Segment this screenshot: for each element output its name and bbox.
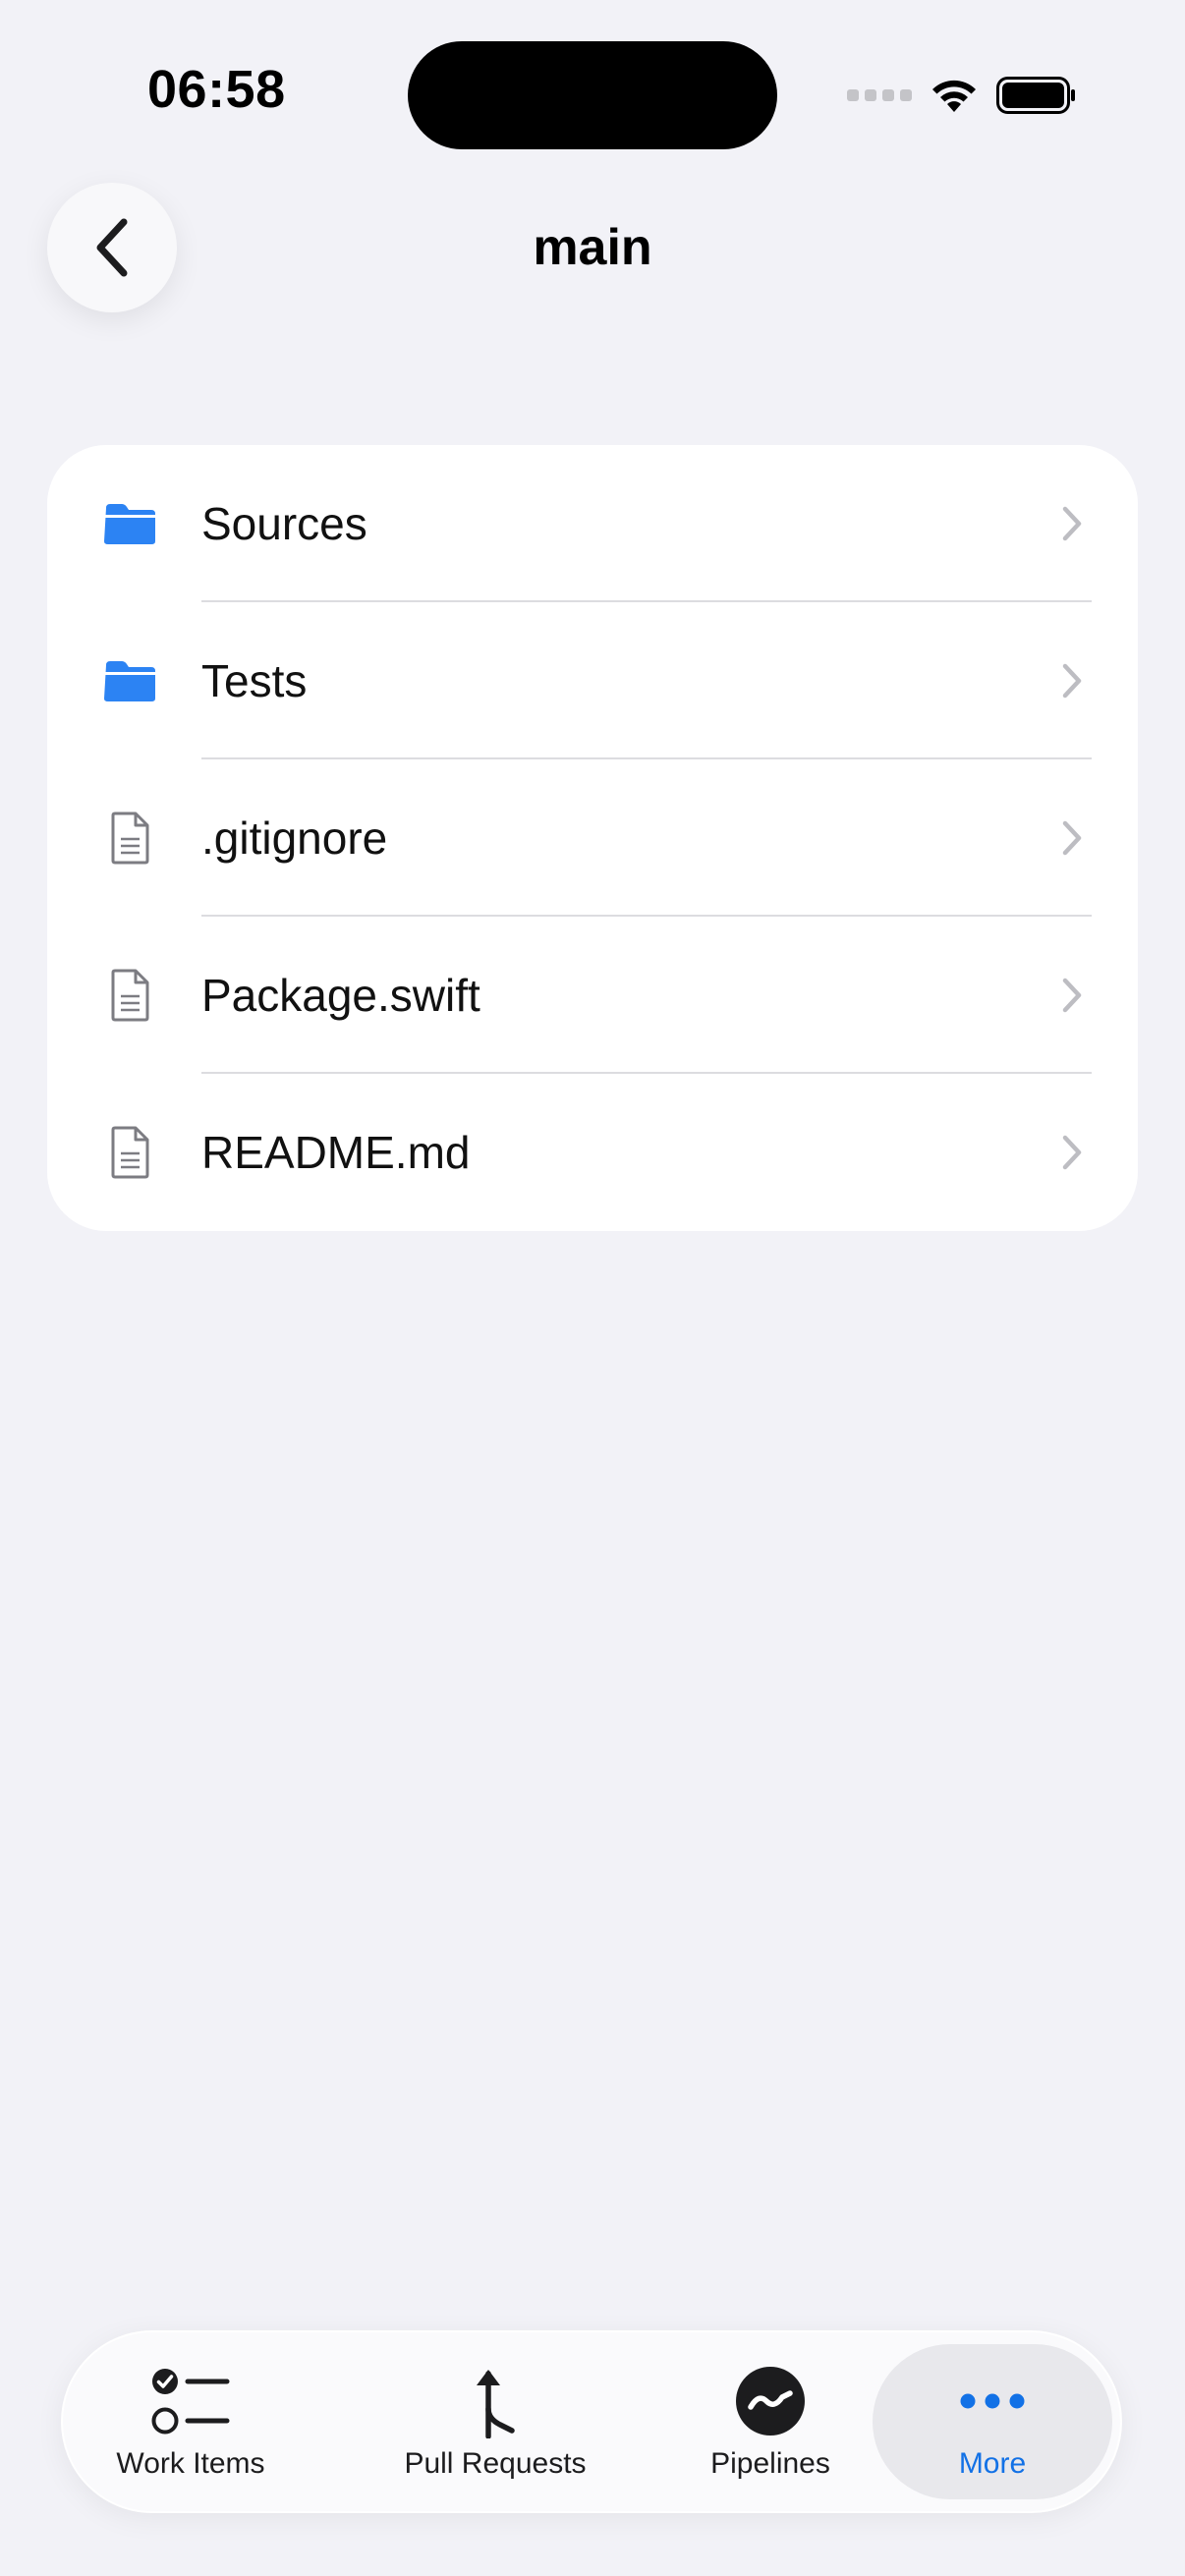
merge-icon [471, 2363, 520, 2439]
file-name: README.md [201, 1127, 471, 1178]
document-icon [100, 1123, 159, 1182]
tab-pipelines[interactable]: Pipelines [692, 2332, 849, 2511]
list-item-tests[interactable]: Tests [47, 602, 1138, 759]
file-name: Package.swift [201, 970, 480, 1021]
tab-pull-requests[interactable]: Pull Requests [387, 2332, 603, 2511]
file-name: Sources [201, 498, 367, 549]
list-item-gitignore[interactable]: .gitignore [47, 759, 1138, 917]
tab-work-items[interactable]: Work Items [102, 2332, 279, 2511]
tab-label: Pipelines [710, 2447, 830, 2480]
folder-icon [100, 494, 159, 553]
tab-label: More [958, 2447, 1027, 2480]
chevron-right-icon [1062, 1135, 1082, 1170]
folder-icon [100, 651, 159, 710]
tab-more[interactable]: More [873, 2344, 1112, 2499]
status-indicators [847, 71, 1077, 120]
chevron-right-icon [1062, 978, 1082, 1013]
tab-bar: Work Items Pull Requests Pipelines More [61, 2330, 1122, 2513]
document-icon [100, 966, 159, 1025]
checklist-icon [150, 2363, 231, 2439]
tab-label: Work Items [116, 2447, 265, 2480]
battery-icon [996, 77, 1075, 114]
file-name: Tests [201, 655, 308, 706]
list-item-readme[interactable]: README.md [47, 1074, 1138, 1231]
status-time: 06:58 [147, 60, 286, 119]
page-title: main [533, 219, 652, 276]
more-icon [959, 2363, 1026, 2439]
cellular-signal-icon [847, 89, 912, 101]
chevron-right-icon [1062, 506, 1082, 541]
list-item-package-swift[interactable]: Package.swift [47, 917, 1138, 1074]
document-icon [100, 809, 159, 868]
chevron-right-icon [1062, 820, 1082, 856]
file-list: Sources Tests .gitignore Package.swift R… [47, 445, 1138, 1231]
file-name: .gitignore [201, 812, 388, 864]
dynamic-island [408, 41, 777, 149]
chevron-right-icon [1062, 663, 1082, 699]
pipeline-icon [735, 2363, 806, 2439]
tab-label: Pull Requests [404, 2447, 587, 2480]
wifi-icon [932, 80, 976, 112]
list-item-sources[interactable]: Sources [47, 445, 1138, 602]
